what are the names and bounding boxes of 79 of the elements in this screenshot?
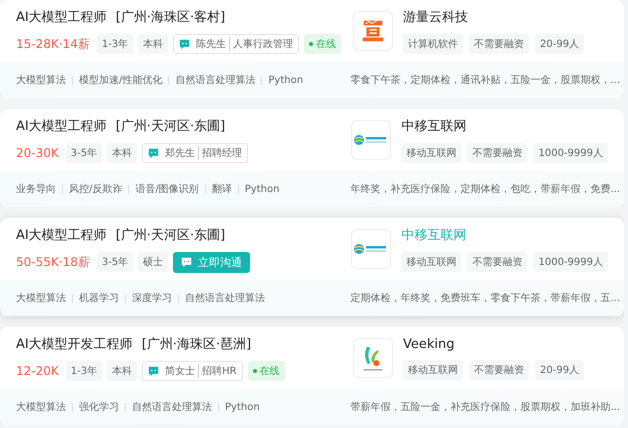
benefits-text: 年终奖，补充医疗保险，定期体检，包吃，带薪年假，免费... [350,182,620,196]
job-title[interactable]: AI大模型工程师 [16,226,107,244]
requirement-tag: 本科 [107,143,138,163]
requirement-tag: 本科 [138,34,168,54]
job-location: [广州·海珠区·客村] [116,9,226,26]
company-name[interactable]: Veeking [403,336,584,352]
benefits-text: 带薪年假，五险一金，补充医疗保险，股票期权，加班补助... [350,400,620,414]
company-tag: 移动互联网 [401,143,462,163]
salary: 50-55K·18薪 [16,254,90,270]
skill-tag: 风控/反欺诈 [69,182,122,196]
requirement-tag: 硕士 [138,252,168,272]
company-logo[interactable] [351,120,392,160]
job-card[interactable]: AI大模型开发工程师 [广州·海珠区·琶洲] 12-20K 1-3年 本科 简女士 招聘HR 在线 Veeking 移动互联网 不需要融资 20-99人 大模型算法 强化学习 自然语言处理算法 Python 带薪年假，五险一金，补充医疗保险，股票期权，加班补助... [0,327,624,425]
chat-bubble-icon [148,148,160,158]
job-title[interactable]: AI大模型工程师 [16,8,107,26]
job-location: [广州·海珠区·琶洲] [142,336,252,353]
company-tag: 1000-9999人 [533,252,608,272]
company-tag: 不需要融资 [469,34,529,54]
recruiter-name: 陈先生 [196,38,226,51]
skill-tag: 机器学习 [79,291,119,305]
skill-tag: 大模型算法 [16,291,66,305]
skill-tag: 大模型算法 [16,400,66,414]
requirement-tag: 3-5年 [96,252,134,272]
skill-tag: 深度学习 [132,291,172,305]
job-location: [广州·天河区·东圃] [116,118,226,135]
company-logo[interactable] [353,11,393,51]
recruiter-name: 郑先生 [165,146,196,160]
company-tag: 1000-9999人 [533,143,608,163]
requirement-tag: 1-3年 [66,361,102,381]
chat-bubble-icon [148,366,160,376]
skill-tag: 强化学习 [79,400,119,414]
skill-tag: 业务导向 [16,182,56,196]
company-tag: 移动互联网 [403,360,463,380]
company-tag: 计算机软件 [403,34,463,54]
skill-tag: 翻译 [212,182,232,196]
company-tag: 不需要融资 [467,252,528,272]
chat-bubble-icon [181,256,192,268]
requirement-tag: 1-3年 [96,34,134,54]
online-status: 在线 [304,34,342,54]
company-name[interactable]: 游量云科技 [403,8,584,26]
benefits-text: 定期体检，年终奖，免费班车，零食下午茶，带薪年假，五... [350,292,620,305]
recruiter-badge[interactable]: 简女士 招聘HR [142,361,243,381]
skill-tag: Python [268,74,304,86]
recruiter-role: 人事行政管理 [229,37,294,51]
job-card[interactable]: AI大模型工程师 [广州·天河区·东圃] 20-30K 3-5年 本科 郑先生 招聘经理 中移互联网 移动互联网 不需要融资 1000-9999人 业务导向 风控/反欺诈 语音/图像识别 翻译 Python 年终奖，补充医疗保险，定期体检，包吃，带薪年假，免费... [0,109,624,207]
company-logo[interactable] [351,229,392,269]
company-tag: 不需要融资 [469,360,529,380]
company-name[interactable]: 中移互联网 [401,117,608,135]
skill-tag: Python [225,402,260,412]
salary: 12-20K [16,364,59,378]
chat-bubble-icon [179,38,190,50]
skill-tag: 大模型算法 [16,73,66,87]
benefits-text: 零食下午茶，定期体检，通讯补贴，五险一金，股票期权，... [350,74,620,87]
job-location: [广州·天河区·东圃] [116,226,226,244]
skill-tag: 模型加速/性能优化 [79,73,162,87]
recruiter-role: 招聘经理 [198,146,242,160]
company-tag: 20-99人 [535,360,584,380]
company-tag: 20-99人 [535,34,584,54]
skill-tag: 自然语言处理算法 [185,291,265,305]
job-title[interactable]: AI大模型开发工程师 [16,335,133,353]
recruiter-role: 招聘HR [198,364,237,378]
salary: 20-30K [16,146,59,160]
skill-tag: 自然语言处理算法 [132,400,212,414]
online-status: 在线 [248,361,285,381]
recruiter-badge[interactable]: 郑先生 招聘经理 [142,143,248,163]
job-title[interactable]: AI大模型工程师 [16,117,107,135]
skill-tag: Python [244,184,280,194]
requirement-tag: 3-5年 [66,143,102,163]
skill-tag: 语音/图像识别 [135,182,199,196]
recruiter-name: 简女士 [165,364,196,378]
company-logo[interactable] [353,338,393,378]
job-card[interactable]: AI大模型工程师 [广州·天河区·东圃] 50-55K·18薪 3-5年 硕士 立即沟通 中移互联网 移动互联网 不需要融资 1000-9999人 大模型算法 机器学习 深度学习 自然语言处理算法 定期体检，年终奖，免费班车，零食下午茶，带薪年假，五... [0,218,624,316]
job-card[interactable]: AI大模型工程师 [广州·海珠区·客村] 15-28K·14薪 1-3年 本科 陈先生 人事行政管理 在线 游量云科技 计算机软件 不需要融资 20-99人 大模型算法 模型加速/性能优化 自然语言处理算法 Python 零食下午茶，定期体检，通讯补贴，五险一金，股票期权，... [0,0,624,98]
company-tag: 不需要融资 [467,143,528,163]
salary: 15-28K·14薪 [16,36,90,52]
recruiter-badge[interactable]: 陈先生 人事行政管理 [173,34,300,54]
requirement-tag: 本科 [107,361,138,381]
skill-tag: 自然语言处理算法 [175,73,256,87]
company-tag: 移动互联网 [401,252,462,272]
